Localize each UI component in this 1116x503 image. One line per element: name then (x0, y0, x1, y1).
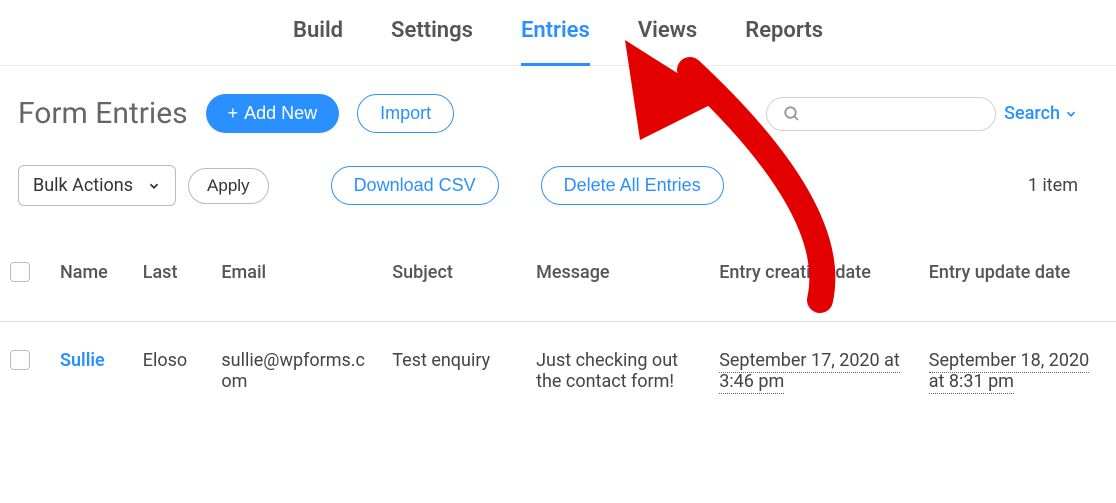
tab-reports[interactable]: Reports (745, 18, 823, 55)
bulk-actions-label: Bulk Actions (33, 175, 133, 196)
page-title: Form Entries (18, 96, 188, 131)
search-dropdown[interactable]: Search (1004, 103, 1096, 124)
import-button[interactable]: Import (357, 94, 454, 133)
col-message[interactable]: Message (526, 246, 709, 322)
select-all-checkbox[interactable] (10, 262, 30, 282)
cell-email: sullie@wpforms.com (211, 322, 382, 409)
col-last[interactable]: Last (133, 246, 212, 322)
plus-icon: + (228, 103, 239, 124)
cell-last: Eloso (133, 322, 212, 409)
bulk-actions-select[interactable]: Bulk Actions (18, 165, 176, 206)
search-input[interactable] (809, 105, 979, 123)
col-subject[interactable]: Subject (382, 246, 526, 322)
col-email[interactable]: Email (211, 246, 382, 322)
search-icon (783, 105, 801, 123)
tab-views[interactable]: Views (638, 18, 697, 55)
delete-all-button[interactable]: Delete All Entries (541, 166, 724, 205)
cell-message: Just checking out the contact form! (526, 322, 709, 409)
tab-build[interactable]: Build (293, 18, 343, 55)
entries-table: Name Last Email Subject Message Entry cr… (0, 246, 1116, 408)
download-csv-button[interactable]: Download CSV (331, 166, 499, 205)
top-tabs: Build Settings Entries Views Reports (0, 0, 1116, 66)
chevron-down-icon (147, 179, 161, 193)
tab-settings[interactable]: Settings (391, 18, 473, 55)
entry-name-link[interactable]: Sullie (60, 350, 105, 371)
add-new-label: Add New (244, 103, 317, 124)
col-name[interactable]: Name (50, 246, 133, 322)
tab-entries[interactable]: Entries (521, 18, 590, 55)
search-label: Search (1004, 103, 1060, 124)
col-update[interactable]: Entry update date (919, 246, 1116, 322)
search-box[interactable] (766, 97, 996, 131)
apply-button[interactable]: Apply (188, 168, 269, 204)
table-row: Sullie Eloso sullie@wpforms.com Test enq… (0, 322, 1116, 409)
item-count: 1 item (1028, 175, 1096, 196)
col-creation[interactable]: Entry creation date (709, 246, 919, 322)
cell-update-date: September 18, 2020 at 8:31 pm (929, 350, 1089, 394)
row-checkbox[interactable] (10, 350, 30, 370)
table-header-row: Name Last Email Subject Message Entry cr… (0, 246, 1116, 322)
cell-creation-date: September 17, 2020 at 3:46 pm (719, 350, 900, 394)
chevron-down-icon (1064, 107, 1078, 121)
cell-subject: Test enquiry (382, 322, 526, 409)
add-new-button[interactable]: + Add New (206, 94, 340, 133)
